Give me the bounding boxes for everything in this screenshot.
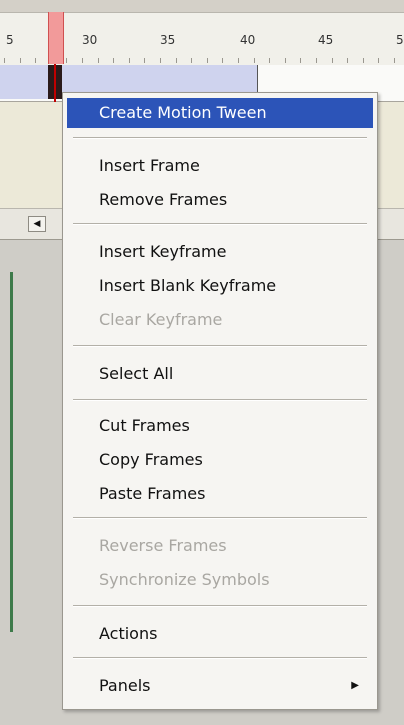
ruler-tick	[35, 58, 36, 63]
menu-item-remove-frames[interactable]: Remove Frames	[67, 185, 373, 215]
menu-separator	[73, 605, 367, 607]
ruler-tick	[285, 58, 286, 63]
ruler-number: 35	[160, 33, 176, 47]
ruler-number: 5	[396, 33, 404, 47]
ruler-tick	[191, 58, 192, 63]
menu-item-copy-frames[interactable]: Copy Frames	[67, 445, 373, 475]
ruler-tick	[4, 58, 5, 63]
ruler-tick	[347, 58, 348, 63]
ruler-tick	[222, 58, 223, 63]
menu-separator	[73, 657, 367, 659]
scroll-left-arrow-icon[interactable]: ◀	[28, 216, 46, 232]
menu-item-insert-frame[interactable]: Insert Frame	[67, 151, 373, 181]
menu-item-select-all[interactable]: Select All	[67, 359, 373, 389]
menu-item-clear-keyframe: Clear Keyframe	[99, 310, 223, 329]
context-menu: Create Motion Tween Insert Frame Remove …	[62, 92, 378, 710]
submenu-arrow-icon: ▶	[351, 680, 359, 691]
ruler-tick	[207, 58, 208, 63]
ruler-tick	[238, 58, 239, 63]
ruler-tick	[66, 58, 67, 63]
ruler-tick	[300, 58, 301, 63]
ruler-tick	[254, 58, 255, 63]
menu-item-cut-frames[interactable]: Cut Frames	[67, 411, 373, 441]
ruler-tick	[394, 58, 395, 63]
menu-item-panels[interactable]: Panels ▶	[67, 671, 373, 701]
playhead-line	[54, 64, 56, 102]
menu-separator	[73, 223, 367, 225]
menu-item-paste-frames[interactable]: Paste Frames	[67, 479, 373, 509]
menu-item-actions[interactable]: Actions	[67, 619, 373, 649]
menu-separator	[73, 517, 367, 519]
ruler-tick	[82, 58, 83, 63]
playhead[interactable]	[48, 12, 64, 64]
menu-item-synchronize-symbols: Synchronize Symbols	[99, 570, 270, 589]
ruler-tick	[144, 58, 145, 63]
ruler-tick	[129, 58, 130, 63]
ruler-tick	[176, 58, 177, 63]
ruler-tick	[20, 58, 21, 63]
ruler-tick	[363, 58, 364, 63]
ruler-tick	[332, 58, 333, 63]
ruler-number: 30	[82, 33, 98, 47]
menu-item-reverse-frames: Reverse Frames	[99, 536, 227, 555]
ruler-number: 45	[318, 33, 334, 47]
ruler-tick	[98, 58, 99, 63]
ruler-tick	[113, 58, 114, 63]
menu-item-create-motion-tween[interactable]: Create Motion Tween	[67, 98, 373, 128]
menu-separator	[73, 399, 367, 401]
ruler-number: 40	[240, 33, 256, 47]
menu-item-insert-blank-keyframe[interactable]: Insert Blank Keyframe	[67, 271, 373, 301]
ruler-tick	[378, 58, 379, 63]
ruler-tick	[160, 58, 161, 63]
menu-item-insert-keyframe[interactable]: Insert Keyframe	[67, 237, 373, 267]
menu-item-panels-label: Panels	[99, 676, 151, 695]
stage-edge-line	[10, 272, 13, 632]
ruler-number: 5	[6, 33, 14, 47]
ruler-tick	[269, 58, 270, 63]
ruler-tick	[316, 58, 317, 63]
menu-separator	[73, 137, 367, 139]
menu-separator	[73, 345, 367, 347]
